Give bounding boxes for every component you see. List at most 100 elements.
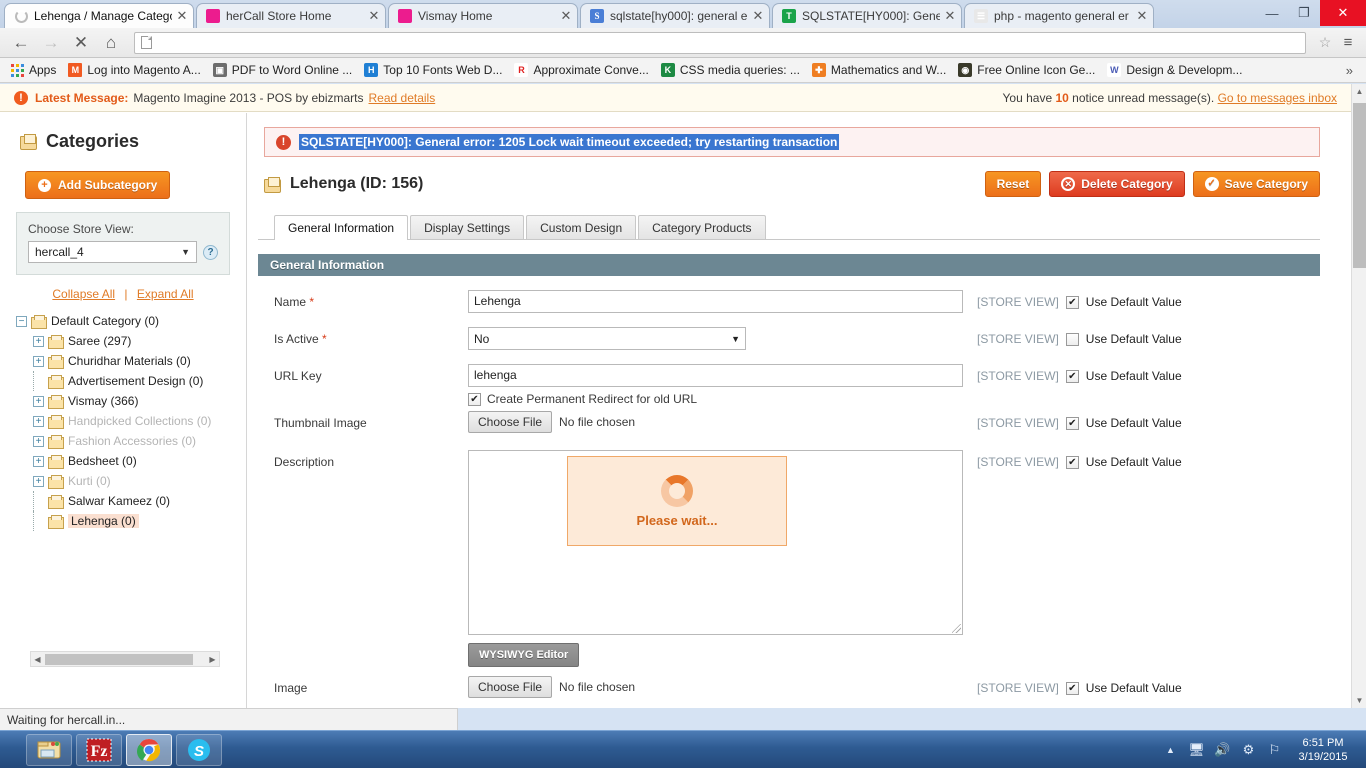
expand-expander-icon[interactable]: + (33, 435, 44, 447)
taskbar-filezilla[interactable]: Fz (76, 734, 122, 766)
read-details-link[interactable]: Read details (369, 91, 436, 105)
expand-expander-icon[interactable]: + (33, 395, 44, 407)
tab-close-icon[interactable]: ✕ (943, 9, 957, 23)
home-icon[interactable]: ⌂ (96, 29, 126, 57)
tree-node-saree[interactable]: + Saree (297) (16, 331, 246, 351)
tree-node-handpicked-collections[interactable]: + Handpicked Collections (0) (16, 411, 246, 431)
sidebar-horizontal-scrollbar[interactable]: ◀ ▶ (30, 651, 220, 667)
save-category-button[interactable]: ✓ Save Category (1192, 171, 1320, 197)
use-default-checkbox[interactable]: ✔ (1065, 681, 1079, 695)
action-center-flag-icon[interactable]: ⚐ (1266, 742, 1283, 759)
tab-close-icon[interactable]: ✕ (175, 9, 189, 23)
tree-node-default-category[interactable]: − Default Category (0) (16, 311, 246, 331)
bookmarks-overflow-icon[interactable]: » (1346, 63, 1361, 78)
thumbnail-choose-file-button[interactable]: Choose File (468, 411, 553, 433)
collapse-expander-icon[interactable]: − (16, 315, 27, 327)
expand-expander-icon[interactable]: + (33, 415, 44, 427)
tree-node-kurti[interactable]: + Kurti (0) (16, 471, 246, 491)
forward-icon[interactable]: → (36, 29, 66, 57)
bookmark-fonts[interactable]: H Top 10 Fonts Web D... (358, 60, 508, 80)
permanent-redirect-row[interactable]: ✔ Create Permanent Redirect for old URL (468, 392, 963, 406)
scroll-up-icon[interactable]: ▲ (1352, 84, 1366, 99)
browser-tab-5[interactable]: ☰ php - magento general er ✕ (964, 3, 1154, 28)
taskbar-skype[interactable]: S (176, 734, 222, 766)
tree-node-churidhar-materials[interactable]: + Churidhar Materials (0) (16, 351, 246, 371)
expand-expander-icon[interactable]: + (33, 355, 44, 367)
collapse-all-link[interactable]: Collapse All (52, 287, 115, 301)
question-icon[interactable]: ? (203, 244, 218, 260)
stop-icon[interactable]: ✕ (66, 29, 96, 57)
use-default-checkbox[interactable] (1065, 332, 1079, 346)
tab-display-settings[interactable]: Display Settings (410, 215, 525, 239)
address-bar[interactable] (134, 31, 1306, 54)
tree-line (33, 371, 44, 391)
page-scrollbar[interactable]: ▲ ▼ (1351, 84, 1366, 708)
tab-close-icon[interactable]: ✕ (1135, 9, 1149, 23)
use-default-checkbox[interactable]: ✔ (1065, 455, 1079, 469)
tab-general-information[interactable]: General Information (274, 215, 409, 240)
expand-expander-icon[interactable]: + (33, 335, 44, 347)
tree-node-lehenga[interactable]: Lehenga (0) (16, 511, 246, 531)
close-window-button[interactable]: ✕ (1320, 0, 1366, 26)
messages-inbox-link[interactable]: Go to messages inbox (1218, 91, 1337, 105)
image-choose-file-button[interactable]: Choose File (468, 676, 553, 698)
browser-tab-1[interactable]: herCall Store Home ✕ (196, 3, 386, 28)
tree-node-salwar-kameez[interactable]: Salwar Kameez (0) (16, 491, 246, 511)
tree-node-fashion-accessories[interactable]: + Fashion Accessories (0) (16, 431, 246, 451)
tab-category-products[interactable]: Category Products (638, 215, 766, 239)
scrollbar-thumb[interactable] (1353, 103, 1366, 268)
taskbar-clock[interactable]: 6:51 PM 3/19/2015 (1292, 736, 1354, 764)
tab-close-icon[interactable]: ✕ (367, 9, 381, 23)
wysiwyg-editor-button[interactable]: WYSIWYG Editor (468, 643, 580, 667)
chrome-menu-icon[interactable]: ≡ (1336, 34, 1360, 51)
bookmark-icon-generator[interactable]: ◉ Free Online Icon Ge... (952, 60, 1101, 80)
maximize-button[interactable]: ❐ (1288, 0, 1320, 26)
taskbar-google-chrome[interactable] (126, 734, 172, 766)
bookmark-css-media[interactable]: K CSS media queries: ... (655, 60, 806, 80)
bookmark-pdf[interactable]: ▣ PDF to Word Online ... (207, 60, 359, 80)
bookmark-apps[interactable]: Apps (5, 60, 62, 80)
permanent-redirect-checkbox[interactable]: ✔ (468, 392, 481, 406)
bookmark-mathematics[interactable]: ✚ Mathematics and W... (806, 60, 952, 80)
bookmark-magento[interactable]: M Log into Magento A... (62, 60, 206, 80)
scroll-down-icon[interactable]: ▼ (1352, 693, 1366, 708)
expand-expander-icon[interactable]: + (33, 475, 44, 487)
back-icon[interactable]: ← (6, 29, 36, 57)
tab-custom-design[interactable]: Custom Design (526, 215, 637, 239)
show-hidden-icons-button[interactable]: ▲ (1162, 742, 1179, 759)
tab-close-icon[interactable]: ✕ (751, 9, 765, 23)
expand-expander-icon[interactable]: + (33, 455, 44, 467)
minimize-button[interactable]: — (1256, 0, 1288, 26)
reset-button[interactable]: Reset (984, 171, 1042, 197)
is-active-select[interactable]: No ▼ (468, 327, 746, 350)
use-default-checkbox[interactable]: ✔ (1065, 416, 1079, 430)
scroll-right-icon[interactable]: ▶ (206, 655, 219, 664)
tree-node-vismay[interactable]: + Vismay (366) (16, 391, 246, 411)
network-icon[interactable]: 🖥 (1188, 742, 1205, 759)
security-shield-icon[interactable]: ⚙ (1240, 742, 1257, 759)
bookmark-star-icon[interactable]: ☆ (1314, 34, 1336, 51)
browser-tab-2[interactable]: Vismay Home ✕ (388, 3, 578, 28)
url-key-input[interactable]: lehenga (468, 364, 963, 387)
volume-icon[interactable]: 🔊 (1214, 742, 1231, 759)
bookmark-design-dev[interactable]: W Design & Developm... (1101, 60, 1248, 80)
browser-tab-3[interactable]: S sqlstate[hy000]: general er ✕ (580, 3, 770, 28)
delete-category-button[interactable]: ✕ Delete Category (1049, 171, 1185, 197)
use-default-checkbox[interactable]: ✔ (1065, 369, 1079, 383)
tab-close-icon[interactable]: ✕ (559, 9, 573, 23)
add-subcategory-button[interactable]: + Add Subcategory (25, 171, 171, 199)
bookmark-label: Top 10 Fonts Web D... (383, 63, 503, 77)
store-view-select[interactable]: hercall_4 ▼ (28, 241, 197, 263)
taskbar-file-explorer[interactable] (26, 734, 72, 766)
folder-icon (48, 414, 64, 429)
browser-tab-0[interactable]: Lehenga / Manage Catego ✕ (4, 3, 194, 28)
expand-all-link[interactable]: Expand All (137, 287, 194, 301)
name-input[interactable]: Lehenga (468, 290, 963, 313)
tree-node-advertisement-design[interactable]: Advertisement Design (0) (16, 371, 246, 391)
use-default-checkbox[interactable]: ✔ (1065, 295, 1079, 309)
bookmark-converter[interactable]: R Approximate Conve... (508, 60, 654, 80)
scrollbar-thumb[interactable] (45, 654, 193, 665)
scroll-left-icon[interactable]: ◀ (31, 655, 44, 664)
browser-tab-4[interactable]: T SQLSTATE[HY000]: Genera ✕ (772, 3, 962, 28)
tree-node-bedsheet[interactable]: + Bedsheet (0) (16, 451, 246, 471)
